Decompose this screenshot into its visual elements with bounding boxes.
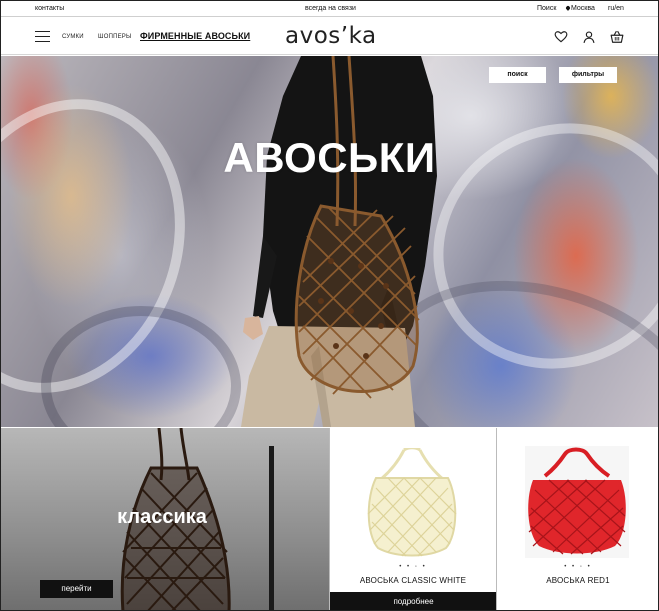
contacts-link[interactable]: контакты [35,5,64,12]
classic-title: классика [117,506,207,528]
carousel-dots[interactable]: • • ◦ • [497,564,658,570]
hero-filters-button[interactable]: фильтры [559,67,617,83]
main-nav: сумки шопперы ФИРМЕННЫЕ АВОСЬКИ avos’ka [1,18,658,55]
always-in-touch-text: всегда на связи [305,5,356,12]
hero-banner: поиск фильтры АВОСЬКИ [1,56,658,427]
product-card[interactable]: • • ◦ • АВОСЬКА RED1 [496,428,658,610]
basket-icon[interactable] [610,30,624,44]
product-image-classic-white [367,448,457,557]
nav-link-shoppers[interactable]: шопперы [98,34,132,40]
product-name[interactable]: АВОСЬКА RED1 [497,576,658,585]
product-name[interactable]: АВОСЬКА CLASSIC WHITE [330,576,496,585]
city-label: Москва [571,5,595,12]
classic-go-button[interactable]: перейти [40,580,113,598]
user-icon[interactable] [582,30,596,44]
top-search-link[interactable]: Поиск [537,5,556,12]
carousel-dots[interactable]: • • ◦ • [330,564,496,570]
classic-category-tile[interactable]: классика перейти [1,428,329,610]
product-image-red1 [525,446,629,558]
menu-icon[interactable] [35,31,50,42]
heart-icon[interactable] [554,30,568,44]
hero-title: АВОСЬКИ [223,134,436,181]
product-card[interactable]: • • ◦ • АВОСЬКА CLASSIC WHITE подробнее [329,428,496,610]
hero-search-button[interactable]: поиск [489,67,546,83]
language-switch[interactable]: ru/en [608,5,624,12]
nav-link-bags[interactable]: сумки [62,34,84,40]
page: контакты всегда на связи Поиск Москва ru… [0,0,659,611]
top-utility-bar: контакты всегда на связи Поиск Москва ru… [1,1,658,17]
city-selector[interactable]: Москва [565,5,595,12]
details-button[interactable]: подробнее [330,592,496,610]
location-pin-icon [565,5,571,11]
nav-link-brand-bags[interactable]: ФИРМЕННЫЕ АВОСЬКИ [140,31,250,41]
site-logo[interactable]: avos’ka [285,23,377,49]
hero-model-image [241,56,437,427]
